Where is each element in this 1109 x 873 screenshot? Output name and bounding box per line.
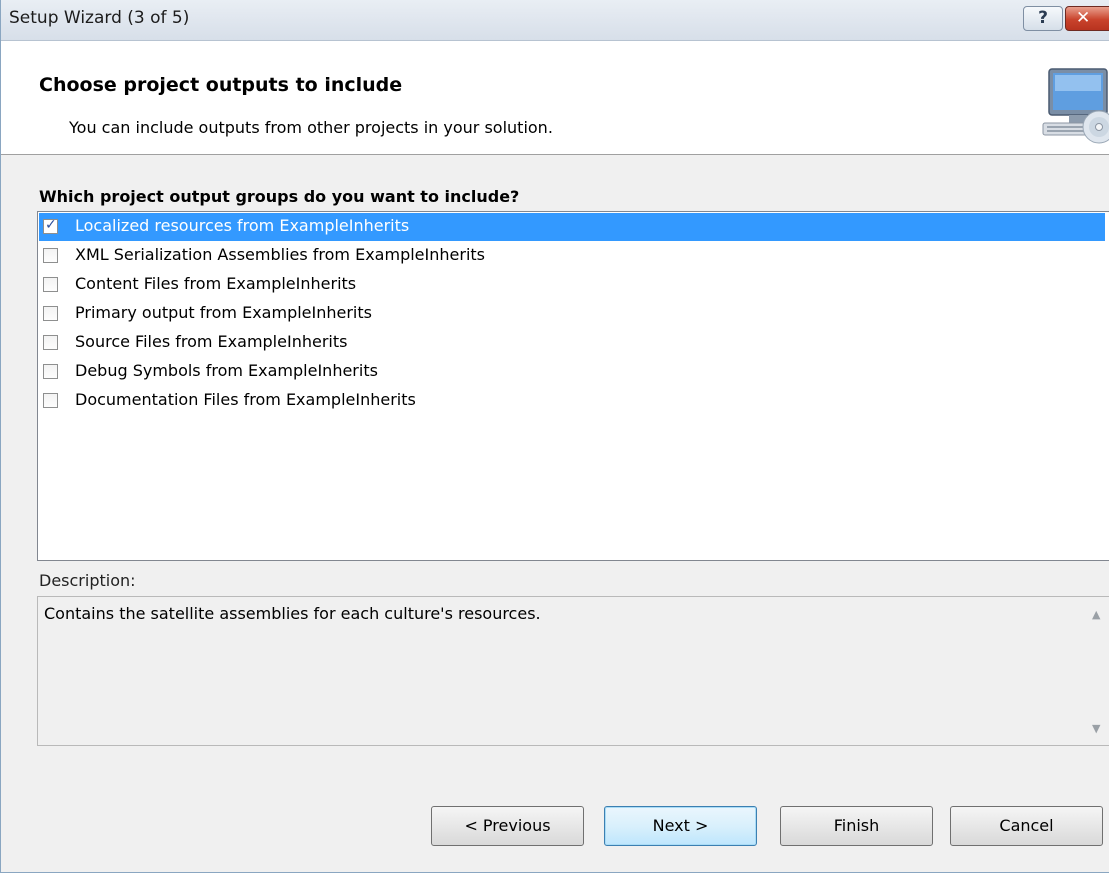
list-item-label: Localized resources from ExampleInherits	[75, 216, 410, 235]
computer-cd-icon	[1042, 68, 1109, 144]
description-label: Description:	[39, 571, 136, 590]
output-groups-list[interactable]: ✓ Localized resources from ExampleInheri…	[37, 211, 1109, 561]
list-item[interactable]: XML Serialization Assemblies from Exampl…	[39, 242, 1105, 270]
checkbox[interactable]: ✓	[43, 217, 58, 234]
page-title: Choose project outputs to include	[39, 74, 403, 96]
description-scrollbar[interactable]: ▲ ▼	[1088, 598, 1108, 744]
output-groups-label: Which project output groups do you want …	[39, 187, 520, 206]
checkbox[interactable]	[43, 306, 58, 321]
list-item-label: Debug Symbols from ExampleInherits	[75, 361, 378, 380]
wizard-body: Which project output groups do you want …	[1, 155, 1109, 872]
scroll-down-icon[interactable]: ▼	[1092, 722, 1100, 735]
next-button[interactable]: Next >	[604, 806, 757, 846]
wizard-header: Choose project outputs to include You ca…	[1, 41, 1109, 155]
help-icon: ?	[1038, 8, 1048, 28]
list-item-label: Content Files from ExampleInherits	[75, 274, 357, 293]
close-button[interactable]: ✕	[1065, 6, 1109, 31]
list-item[interactable]: Content Files from ExampleInherits	[39, 271, 1105, 299]
title-bar: Setup Wizard (3 of 5) ? ✕	[1, 0, 1109, 41]
list-item[interactable]: Debug Symbols from ExampleInherits	[39, 358, 1105, 386]
scroll-up-icon[interactable]: ▲	[1092, 608, 1100, 621]
list-item-label: Source Files from ExampleInherits	[75, 332, 348, 351]
list-item-label: XML Serialization Assemblies from Exampl…	[75, 245, 485, 264]
checkbox[interactable]	[43, 277, 58, 292]
setup-wizard-window: Setup Wizard (3 of 5) ? ✕ Choose project…	[0, 0, 1109, 873]
list-item[interactable]: Source Files from ExampleInherits	[39, 329, 1105, 357]
list-item[interactable]: Primary output from ExampleInherits	[39, 300, 1105, 328]
help-button[interactable]: ?	[1023, 6, 1063, 31]
previous-button[interactable]: < Previous	[431, 806, 584, 846]
checkbox[interactable]	[43, 248, 58, 263]
list-item[interactable]: Documentation Files from ExampleInherits	[39, 387, 1105, 415]
list-item[interactable]: ✓ Localized resources from ExampleInheri…	[39, 213, 1105, 241]
description-box: Contains the satellite assemblies for ea…	[37, 596, 1109, 746]
checkbox[interactable]	[43, 364, 58, 379]
checkbox[interactable]	[43, 393, 58, 408]
close-icon: ✕	[1076, 8, 1091, 28]
finish-button[interactable]: Finish	[780, 806, 933, 846]
description-text: Contains the satellite assemblies for ea…	[44, 604, 541, 623]
cancel-button[interactable]: Cancel	[950, 806, 1103, 846]
window-title: Setup Wizard (3 of 5)	[9, 8, 190, 28]
checkbox[interactable]	[43, 335, 58, 350]
page-subtitle: You can include outputs from other proje…	[69, 118, 553, 137]
checkmark-icon: ✓	[45, 217, 57, 233]
list-item-label: Documentation Files from ExampleInherits	[75, 390, 416, 409]
list-item-label: Primary output from ExampleInherits	[75, 303, 372, 322]
